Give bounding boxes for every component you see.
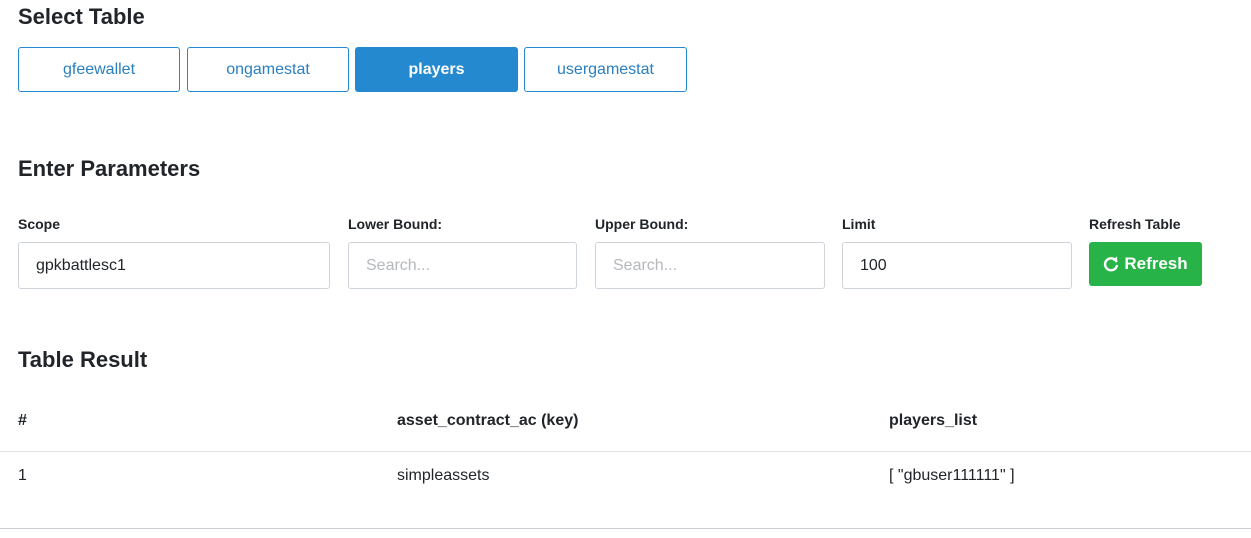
tab-players[interactable]: players	[355, 47, 518, 92]
enter-parameters-heading: Enter Parameters	[18, 156, 201, 181]
cell-players-list: [ "gbuser111111" ]	[889, 467, 1015, 484]
cell-asset-contract: simpleassets	[397, 467, 490, 484]
limit-input[interactable]	[842, 242, 1072, 289]
cell-index: 1	[18, 467, 27, 484]
table-result-heading: Table Result	[18, 347, 148, 372]
tab-usergamestat[interactable]: usergamestat	[524, 47, 687, 92]
column-header-players-list: players_list	[889, 412, 978, 429]
tab-ongamestat[interactable]: ongamestat	[187, 47, 349, 92]
scope-label: Scope	[18, 216, 61, 232]
lower-bound-input[interactable]	[348, 242, 577, 289]
refresh-button-label: Refresh	[1124, 254, 1188, 273]
column-header-index: #	[18, 412, 27, 429]
table-header-divider	[0, 451, 1251, 452]
upper-bound-input[interactable]	[595, 242, 825, 289]
lower-bound-label: Lower Bound:	[348, 216, 443, 232]
scope-input[interactable]	[18, 242, 330, 289]
refresh-button[interactable]: Refresh	[1089, 242, 1202, 286]
tab-gfeewallet[interactable]: gfeewallet	[18, 47, 180, 92]
limit-label: Limit	[842, 216, 876, 232]
table-bottom-divider	[0, 528, 1251, 529]
select-table-heading: Select Table	[18, 4, 145, 29]
refresh-table-label: Refresh Table	[1089, 216, 1181, 232]
upper-bound-label: Upper Bound:	[595, 216, 689, 232]
refresh-icon	[1103, 256, 1119, 272]
column-header-asset-contract: asset_contract_ac (key)	[397, 412, 579, 429]
contract-table-page: Select Table gfeewallet ongamestat playe…	[0, 0, 1251, 538]
